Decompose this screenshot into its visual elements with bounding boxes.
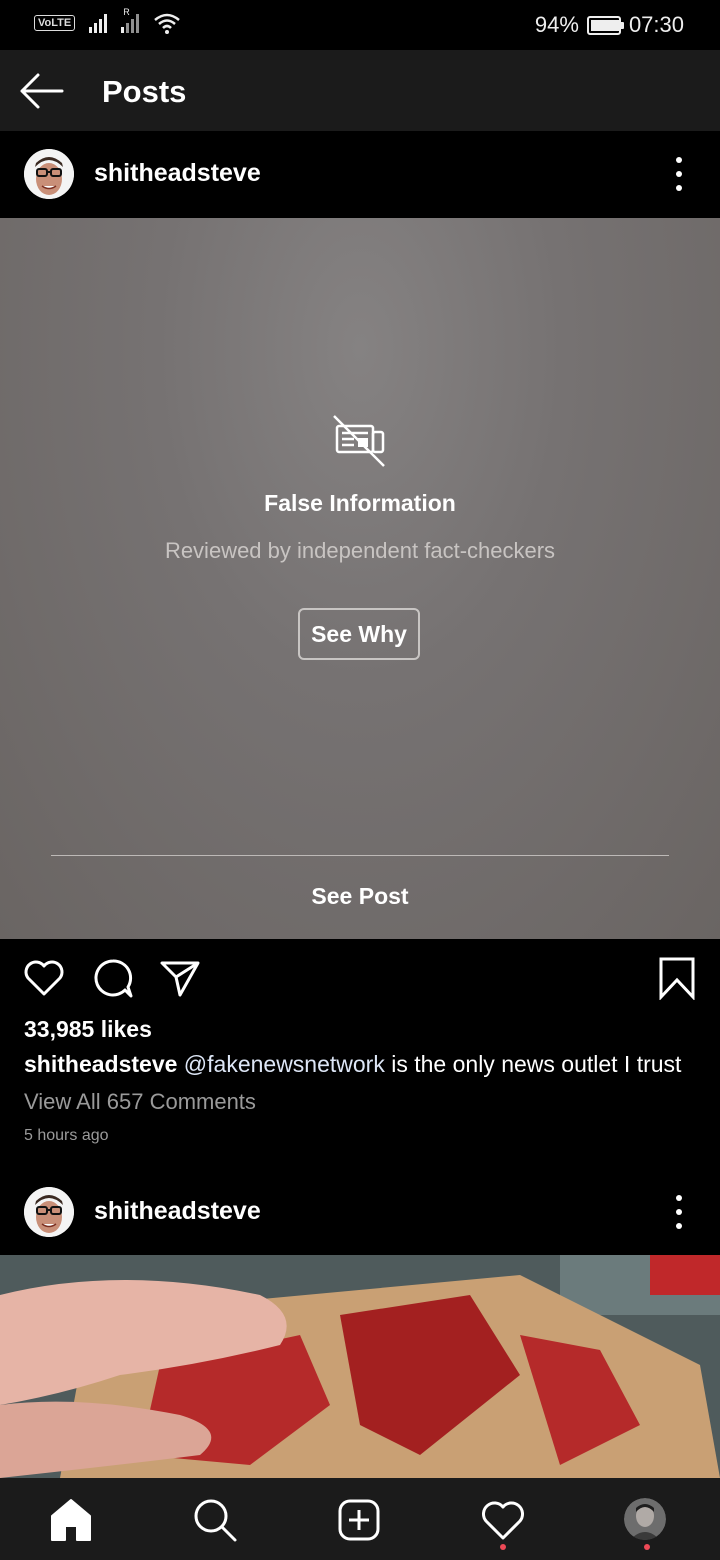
false-information-overlay: False Information Reviewed by independen… [0,218,720,939]
false-information-subtitle: Reviewed by independent fact-checkers [164,538,556,563]
post-timestamp: 5 hours ago [24,1127,109,1144]
see-why-button[interactable]: See Why [298,608,420,660]
comment-icon[interactable] [91,956,135,1000]
view-comments-link[interactable]: View All 657 Comments [24,1089,256,1115]
avatar[interactable] [24,1187,74,1237]
battery-percent: 94% [534,12,579,37]
overlay-divider [51,855,669,856]
profile-avatar[interactable] [624,1498,666,1540]
page-title: Posts [102,74,187,109]
post-header: shitheadsteve [0,131,720,217]
notification-dot [644,1544,650,1550]
status-icons-left: VoLTE R [34,7,181,34]
post-header: shitheadsteve [0,1169,720,1255]
notification-dot [500,1544,506,1550]
caption-text: is the only news outlet I trust [391,1051,682,1077]
caption-username[interactable]: shitheadsteve [24,1051,177,1077]
false-information-icon [333,415,385,467]
signal-roaming-icon: R [121,7,140,33]
post-username[interactable]: shitheadsteve [94,159,261,188]
signal-icon [89,13,108,33]
see-post-button[interactable]: See Post [0,883,720,910]
battery-icon [586,15,624,35]
bottom-nav [0,1478,720,1560]
app-bar: Posts [0,50,720,131]
status-icons-right: 94% 07:30 [535,12,684,38]
heart-icon[interactable] [22,956,66,1000]
avatar[interactable] [24,149,74,199]
post-caption: shitheadsteve @fakenewsnetwork is the on… [24,1051,681,1078]
home-icon[interactable] [47,1496,95,1544]
post-image[interactable] [0,1255,720,1478]
clock: 07:30 [628,12,684,37]
false-information-title: False Information [264,490,456,516]
caption-mention[interactable]: @fakenewsnetwork [184,1051,385,1077]
add-post-icon[interactable] [335,1496,383,1544]
search-icon[interactable] [191,1496,239,1544]
status-bar: VoLTE R 94% 07:30 [0,0,720,50]
back-arrow-icon[interactable] [18,72,64,110]
volte-icon: VoLTE [34,15,76,31]
share-icon[interactable] [158,956,202,1000]
bookmark-icon[interactable] [655,956,699,1000]
more-options-icon[interactable] [664,157,694,191]
post-username[interactable]: shitheadsteve [94,1197,261,1226]
activity-heart-icon[interactable] [479,1496,527,1544]
wifi-icon [154,13,181,34]
likes-count[interactable]: 33,985 likes [24,1016,152,1043]
more-options-icon[interactable] [664,1195,694,1229]
